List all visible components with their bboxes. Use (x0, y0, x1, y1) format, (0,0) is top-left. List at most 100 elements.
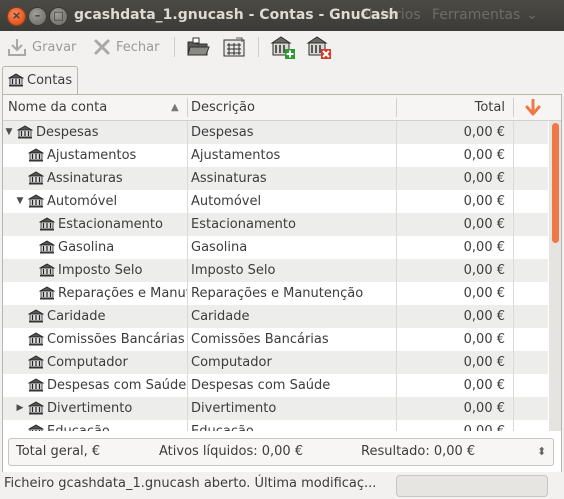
close-button[interactable]: Fechar (92, 35, 159, 59)
summary-total-label: Total geral, € (16, 444, 101, 459)
column-gridline (513, 167, 514, 190)
save-label: Gravar (32, 39, 77, 55)
bank-icon (28, 332, 44, 346)
expander-toggle[interactable]: ▼ (4, 121, 14, 144)
column-gridline (187, 167, 188, 190)
account-name: Reparações e Manutenção (58, 286, 187, 301)
menu-overflow[interactable]: ⌄ (526, 7, 538, 23)
column-header-name[interactable]: Nome da conta (8, 95, 107, 120)
table-row[interactable]: Computador Computador 0,00 € (3, 351, 548, 374)
column-gridline (187, 420, 188, 431)
scrollbar-thumb[interactable] (552, 123, 559, 243)
account-name: Ajustamentos (47, 148, 137, 163)
expander-spacer (15, 374, 25, 397)
column-header-description[interactable]: Descrição (191, 95, 255, 120)
table-row[interactable]: ▼ Automóvel Automóvel 0,00 € (3, 190, 548, 213)
expander-spacer (26, 282, 36, 305)
delete-account-icon (306, 36, 331, 59)
close-icon (94, 39, 110, 55)
menu-ferramentas[interactable]: Ferramentas (432, 7, 520, 23)
save-button[interactable]: Gravar (6, 35, 76, 59)
window-maximize-button[interactable]: □ (49, 7, 68, 26)
account-description: Despesas com Saúde (191, 378, 331, 393)
table-row[interactable]: Reparações e Manutenção Reparações e Manu… (3, 282, 548, 305)
column-gridline (513, 144, 514, 167)
account-name: Estacionamento (58, 217, 163, 232)
window-close-button[interactable]: × (7, 7, 26, 26)
summary-result: Resultado: 0,00 € (361, 444, 476, 459)
delete-account-button[interactable] (306, 35, 332, 59)
open-account-button[interactable] (186, 35, 210, 59)
column-header-total[interactable]: Total (403, 95, 505, 120)
column-selector-button[interactable] (525, 98, 541, 117)
new-account-icon (270, 36, 295, 59)
expander-spacer (15, 167, 25, 190)
maximize-glyph: □ (53, 9, 64, 22)
column-gridline (513, 420, 514, 431)
column-gridline (396, 420, 397, 431)
bank-icon (39, 286, 55, 300)
column-gridline (187, 305, 188, 328)
tab-contas[interactable]: Contas (2, 66, 78, 95)
expander-spacer (26, 213, 36, 236)
vertical-scrollbar[interactable] (549, 121, 561, 431)
account-total: 0,00 € (463, 401, 505, 416)
expander-spacer (15, 305, 25, 328)
column-gridline (513, 397, 514, 420)
account-name: Despesas (36, 125, 99, 140)
table-row[interactable]: ▼ Despesas Despesas 0,00 € (3, 121, 548, 144)
table-row[interactable]: Educação Educação 0,00 € (3, 420, 548, 431)
account-name: Divertimento (47, 401, 133, 416)
new-account-button[interactable] (270, 35, 296, 59)
summary-toggle[interactable]: ⬍ (537, 439, 546, 465)
table-row[interactable]: Assinaturas Assinaturas 0,00 € (3, 167, 548, 190)
table-row[interactable]: Comissões Bancárias Comissões Bancárias 0,… (3, 328, 548, 351)
table-row[interactable]: Ajustamentos Ajustamentos 0,00 € (3, 144, 548, 167)
account-rows: ▼ Despesas Despesas 0,00 € Ajustamentos Ajust… (3, 121, 548, 431)
table-header: Nome da conta ▲ Descrição Total (3, 95, 561, 121)
close-glyph: × (11, 9, 22, 22)
expander-spacer (15, 420, 25, 431)
expander-toggle[interactable]: ▶ (15, 397, 25, 420)
account-name: Imposto Selo (58, 263, 143, 278)
column-gridline (513, 282, 514, 305)
expander-spacer (15, 328, 25, 351)
column-gridline (187, 190, 188, 213)
table-row[interactable]: Despesas com Saúde Despesas com Saúde 0,00… (3, 374, 548, 397)
table-row[interactable]: Estacionamento Estacionamento 0,00 € (3, 213, 548, 236)
column-divider (513, 98, 514, 117)
bank-icon (39, 217, 55, 231)
table-row[interactable]: Caridade Caridade 0,00 € (3, 305, 548, 328)
account-description: Imposto Selo (191, 263, 276, 278)
table-row[interactable]: Gasolina Gasolina 0,00 € (3, 236, 548, 259)
column-gridline (513, 305, 514, 328)
account-description: Despesas (191, 125, 254, 140)
window-minimize-button[interactable]: – (28, 7, 47, 26)
toolbar-separator (174, 37, 175, 57)
account-description: Estacionamento (191, 217, 296, 232)
toolbar: Gravar Fechar (0, 31, 564, 63)
account-name: Gasolina (58, 240, 115, 255)
account-name: Educação (47, 420, 187, 431)
account-description: Assinaturas (191, 171, 267, 186)
save-icon (8, 39, 26, 56)
table-row[interactable]: Imposto Selo Imposto Selo 0,00 € (3, 259, 548, 282)
column-gridline (187, 328, 188, 351)
arrow-down-icon (525, 98, 541, 116)
table-row[interactable]: ▶ Divertimento Divertimento 0,00 € (3, 397, 548, 420)
column-gridline (513, 351, 514, 374)
edit-account-button[interactable] (222, 35, 246, 59)
account-total: 0,00 € (463, 125, 505, 140)
column-gridline (396, 351, 397, 374)
bank-icon (28, 148, 44, 162)
account-name: Automóvel (47, 194, 118, 209)
column-gridline (396, 121, 397, 144)
account-total: 0,00 € (463, 217, 505, 232)
account-total: 0,00 € (463, 148, 505, 163)
column-gridline (396, 213, 397, 236)
progress-bar (396, 475, 548, 497)
account-total: 0,00 € (463, 309, 505, 324)
edit-account-icon (223, 37, 245, 57)
account-total: 0,00 € (463, 263, 505, 278)
expander-toggle[interactable]: ▼ (15, 190, 25, 213)
